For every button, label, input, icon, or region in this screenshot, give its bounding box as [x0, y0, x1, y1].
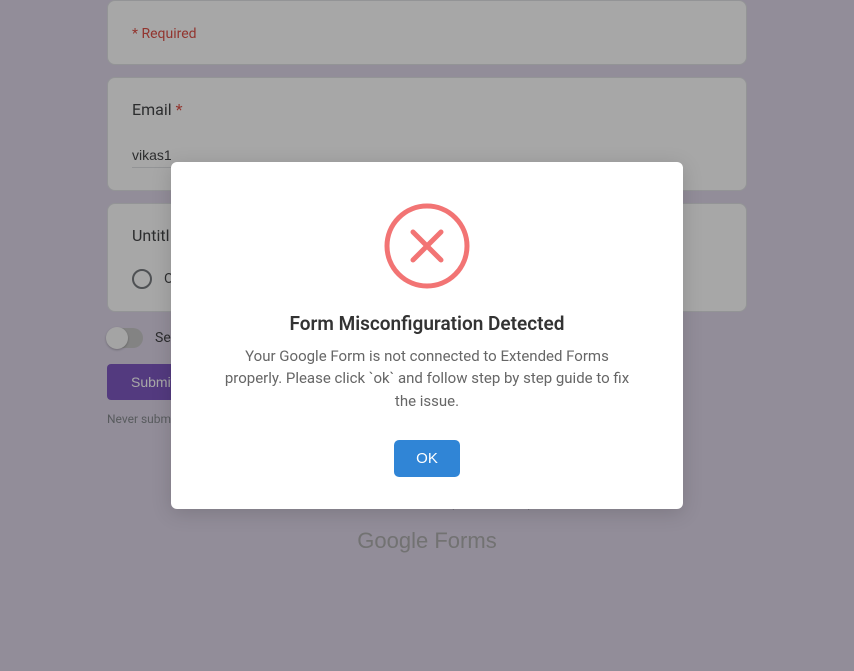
error-modal: Form Misconfiguration Detected Your Goog…: [171, 162, 683, 510]
modal-body: Your Google Form is not connected to Ext…: [207, 345, 647, 413]
modal-overlay: Form Misconfiguration Detected Your Goog…: [0, 0, 854, 671]
error-icon: [383, 202, 471, 290]
modal-title: Form Misconfiguration Detected: [207, 312, 647, 335]
ok-button[interactable]: OK: [394, 440, 460, 477]
